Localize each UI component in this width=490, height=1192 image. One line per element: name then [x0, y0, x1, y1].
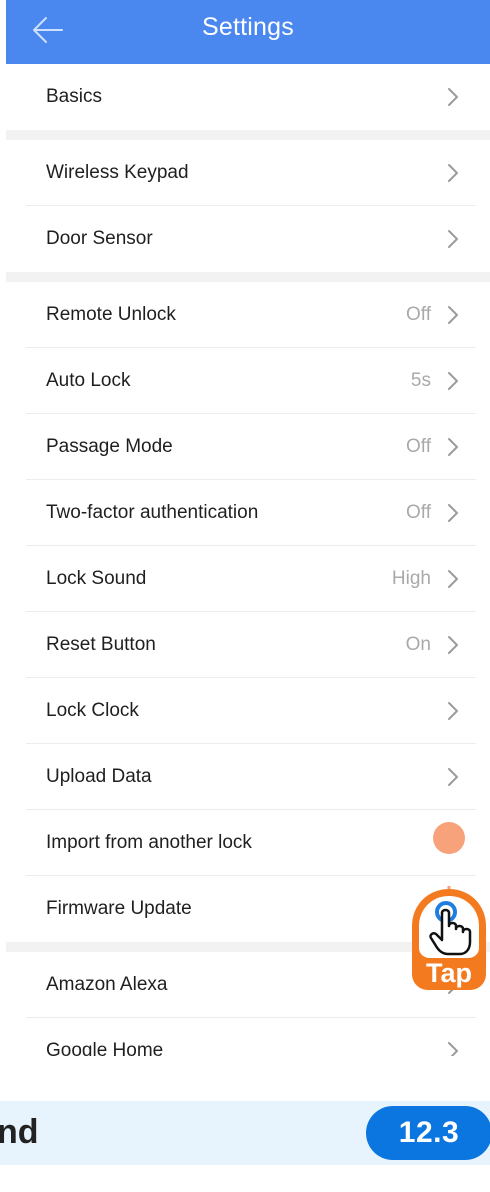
settings-item-import-from-another-lock[interactable]: Import from another lock — [6, 810, 490, 876]
chevron-right-icon — [448, 702, 458, 720]
chevron-right-icon — [448, 164, 458, 182]
settings-item-label: Import from another lock — [46, 832, 252, 853]
settings-item-two-factor-authentication[interactable]: Two-factor authentication Off — [6, 480, 490, 546]
settings-item-label: Amazon Alexa — [46, 974, 168, 995]
chevron-right-icon — [448, 438, 458, 456]
tap-label: Tap — [426, 958, 472, 988]
settings-item-label: Auto Lock — [46, 370, 131, 391]
chevron-right-icon — [448, 768, 458, 786]
settings-item-auto-lock[interactable]: Auto Lock 5s — [6, 348, 490, 414]
settings-item-door-sensor[interactable]: Door Sensor — [6, 206, 490, 272]
settings-item-lock-sound[interactable]: Lock Sound High — [6, 546, 490, 612]
chevron-right-icon — [448, 504, 458, 522]
page-title: Settings — [202, 13, 294, 41]
chevron-right-icon — [448, 570, 458, 588]
bottom-banner: nd 12.3 — [0, 1101, 490, 1165]
chevron-right-icon — [448, 1042, 458, 1056]
settings-item-passage-mode[interactable]: Passage Mode Off — [6, 414, 490, 480]
step-badge: 12.3 — [366, 1106, 490, 1160]
settings-item-label: Reset Button — [46, 634, 156, 655]
chevron-right-icon — [448, 88, 458, 106]
settings-item-label: Lock Clock — [46, 700, 139, 721]
app-header: Settings — [6, 0, 490, 64]
settings-item-upload-data[interactable]: Upload Data — [6, 744, 490, 810]
settings-item-label: Basics — [46, 86, 102, 107]
settings-item-label: Remote Unlock — [46, 304, 176, 325]
settings-item-value: Off — [406, 436, 431, 457]
settings-item-label: Passage Mode — [46, 436, 173, 457]
settings-item-value: On — [405, 634, 431, 655]
settings-item-value: Off — [406, 502, 431, 523]
chevron-right-icon — [448, 306, 458, 324]
chevron-right-icon — [448, 636, 458, 654]
settings-item-basics[interactable]: Basics — [6, 64, 490, 130]
settings-item-lock-clock[interactable]: Lock Clock — [6, 678, 490, 744]
chevron-right-icon — [448, 372, 458, 390]
banner-text: nd — [0, 1113, 39, 1151]
settings-item-reset-button[interactable]: Reset Button On — [6, 612, 490, 678]
section-gap — [6, 130, 490, 140]
settings-item-label: Upload Data — [46, 766, 152, 787]
settings-item-value: High — [391, 568, 431, 589]
settings-item-label: Two-factor authentication — [46, 502, 259, 523]
settings-item-label: Firmware Update — [46, 898, 192, 919]
settings-item-google-home[interactable]: Google Home — [6, 1018, 490, 1056]
settings-item-value: 5s — [410, 370, 431, 391]
settings-item-label: Door Sensor — [46, 228, 153, 249]
settings-item-value: Off — [406, 304, 431, 325]
settings-item-wireless-keypad[interactable]: Wireless Keypad — [6, 140, 490, 206]
chevron-right-icon — [448, 230, 458, 248]
settings-item-remote-unlock[interactable]: Remote Unlock Off — [6, 282, 490, 348]
tap-indicator-dot — [433, 822, 465, 854]
hand-tap-icon: Tap — [412, 886, 486, 990]
section-gap — [6, 272, 490, 282]
settings-item-label: Google Home — [46, 1040, 164, 1056]
settings-item-label: Wireless Keypad — [46, 162, 189, 183]
settings-item-label: Lock Sound — [46, 568, 147, 589]
